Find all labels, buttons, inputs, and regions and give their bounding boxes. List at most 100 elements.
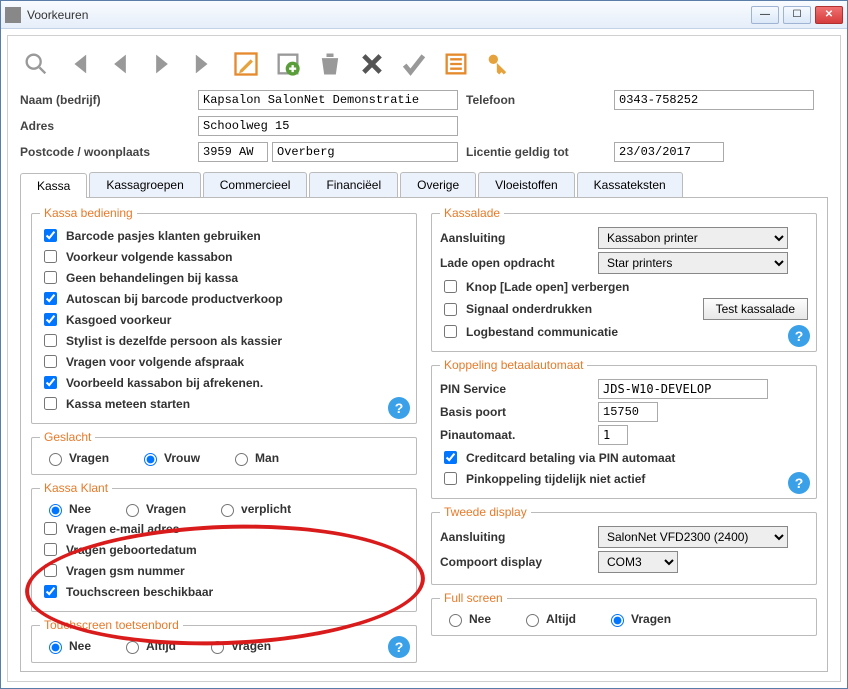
titlebar: Voorkeuren — ☐ ✕ [1, 1, 847, 29]
kb-label-2: Geen behandelingen bij kassa [66, 271, 238, 285]
kb-label-8: Kassa meteen starten [66, 397, 190, 411]
test-kassalade-button[interactable]: Test kassalade [703, 298, 808, 320]
touchscreen-group: Touchscreen toetsenbord NeeAltijdVragen … [31, 618, 417, 663]
logbestand-check[interactable] [444, 325, 457, 338]
kb-check-2[interactable] [44, 271, 57, 284]
delete-icon[interactable] [314, 48, 346, 80]
kb-check-4[interactable] [44, 313, 57, 326]
kk-check-1[interactable] [44, 543, 57, 556]
tweede-display-legend: Tweede display [440, 505, 531, 519]
close-button[interactable]: ✕ [815, 6, 843, 24]
ok-icon[interactable] [398, 48, 430, 80]
search-icon[interactable] [20, 48, 52, 80]
kb-label-3: Autoscan bij barcode productverkoop [66, 292, 283, 306]
app-icon [5, 7, 21, 23]
lade-open-select[interactable]: Star printers [598, 252, 788, 274]
display-aansluiting-select[interactable]: SalonNet VFD2300 (2400) [598, 526, 788, 548]
fullscreen-radio-2[interactable] [611, 614, 624, 627]
right-column: Kassalade Aansluiting Kassabon printer L… [431, 206, 817, 663]
content-area: Naam (bedrijf) Telefoon Adres Postcode /… [7, 35, 841, 682]
kassa-bediening-legend: Kassa bediening [40, 206, 137, 220]
cancel-icon[interactable] [356, 48, 388, 80]
edit-icon[interactable] [230, 48, 262, 80]
naam-input[interactable] [198, 90, 458, 110]
kassaklant-radio-2[interactable] [221, 504, 234, 517]
next-icon[interactable] [146, 48, 178, 80]
tab-commercieel[interactable]: Commercieel [203, 172, 308, 197]
help-icon[interactable]: ? [788, 472, 810, 494]
koppeling-group: Koppeling betaalautomaat PIN Service Bas… [431, 358, 817, 499]
fullscreen-radio-1[interactable] [526, 614, 539, 627]
kb-label-1: Voorkeur volgende kassabon [66, 250, 233, 264]
tab-kassateksten[interactable]: Kassateksten [577, 172, 683, 197]
niet-actief-check[interactable] [444, 472, 457, 485]
geslacht-radio-1[interactable] [144, 453, 157, 466]
full-screen-group: Full screen NeeAltijdVragen [431, 591, 817, 636]
kk-check-0[interactable] [44, 522, 57, 535]
kk-check-2[interactable] [44, 564, 57, 577]
pin-service-input[interactable] [598, 379, 768, 399]
compoort-select[interactable]: COM3 [598, 551, 678, 573]
header-fields: Naam (bedrijf) Telefoon Adres Postcode /… [20, 90, 828, 162]
help-icon[interactable]: ? [788, 325, 810, 347]
kk-check-3[interactable] [44, 585, 57, 598]
tab-kassagroepen[interactable]: Kassagroepen [89, 172, 200, 197]
geslacht-radio-0[interactable] [49, 453, 62, 466]
key-icon[interactable] [482, 48, 514, 80]
minimize-button[interactable]: — [751, 6, 779, 24]
list-icon[interactable] [440, 48, 472, 80]
geslacht-radio-2[interactable] [235, 453, 248, 466]
kassa-klant-legend: Kassa Klant [40, 481, 112, 495]
first-icon[interactable] [62, 48, 94, 80]
plaats-input[interactable] [272, 142, 458, 162]
kb-check-1[interactable] [44, 250, 57, 263]
knop-verbergen-check[interactable] [444, 280, 457, 293]
tweede-display-group: Tweede display AansluitingSalonNet VFD23… [431, 505, 817, 585]
kassaklant-radio-1[interactable] [126, 504, 139, 517]
kassalade-group: Kassalade Aansluiting Kassabon printer L… [431, 206, 817, 352]
postcode-input[interactable] [198, 142, 268, 162]
fullscreen-radio-0[interactable] [449, 614, 462, 627]
kb-check-6[interactable] [44, 355, 57, 368]
geslacht-legend: Geslacht [40, 430, 95, 444]
kassa-klant-group: Kassa Klant NeeVragenverplicht Vragen e-… [31, 481, 417, 612]
touchscreen-radio-2[interactable] [211, 641, 224, 654]
kb-check-0[interactable] [44, 229, 57, 242]
new-icon[interactable] [272, 48, 304, 80]
kb-label-7: Voorbeeld kassabon bij afrekenen. [66, 376, 263, 390]
creditcard-check[interactable] [444, 451, 457, 464]
tab-financieel[interactable]: Financiëel [309, 172, 398, 197]
licentie-input[interactable] [614, 142, 724, 162]
touchscreen-radio-1[interactable] [126, 641, 139, 654]
prev-icon[interactable] [104, 48, 136, 80]
basis-poort-input[interactable] [598, 402, 658, 422]
lade-open-label: Lade open opdracht [440, 256, 590, 270]
adres-input[interactable] [198, 116, 458, 136]
koppeling-legend: Koppeling betaalautomaat [440, 358, 587, 372]
tab-kassa[interactable]: Kassa [20, 173, 87, 198]
tab-overige[interactable]: Overige [400, 172, 476, 197]
help-icon[interactable]: ? [388, 636, 410, 658]
window-title: Voorkeuren [27, 8, 751, 22]
kassaklant-radio-0[interactable] [49, 504, 62, 517]
signaal-check[interactable] [444, 303, 457, 316]
kb-check-7[interactable] [44, 376, 57, 389]
help-icon[interactable]: ? [388, 397, 410, 419]
maximize-button[interactable]: ☐ [783, 6, 811, 24]
kb-label-0: Barcode pasjes klanten gebruiken [66, 229, 261, 243]
kb-check-3[interactable] [44, 292, 57, 305]
aansluiting-select[interactable]: Kassabon printer [598, 227, 788, 249]
geslacht-group: Geslacht VragenVrouwMan [31, 430, 417, 475]
kb-check-8[interactable] [44, 397, 57, 410]
last-icon[interactable] [188, 48, 220, 80]
touchscreen-radio-0[interactable] [49, 641, 62, 654]
tab-vloeistoffen[interactable]: Vloeistoffen [478, 172, 575, 197]
tab-strip: Kassa Kassagroepen Commercieel Financiëe… [20, 172, 828, 198]
pinautomaat-input[interactable] [598, 425, 628, 445]
postcode-label: Postcode / woonplaats [20, 145, 190, 159]
kassa-bediening-group: Kassa bediening Barcode pasjes klanten g… [31, 206, 417, 424]
kb-check-5[interactable] [44, 334, 57, 347]
telefoon-input[interactable] [614, 90, 814, 110]
kb-label-6: Vragen voor volgende afspraak [66, 355, 244, 369]
touchscreen-legend: Touchscreen toetsenbord [40, 618, 183, 632]
